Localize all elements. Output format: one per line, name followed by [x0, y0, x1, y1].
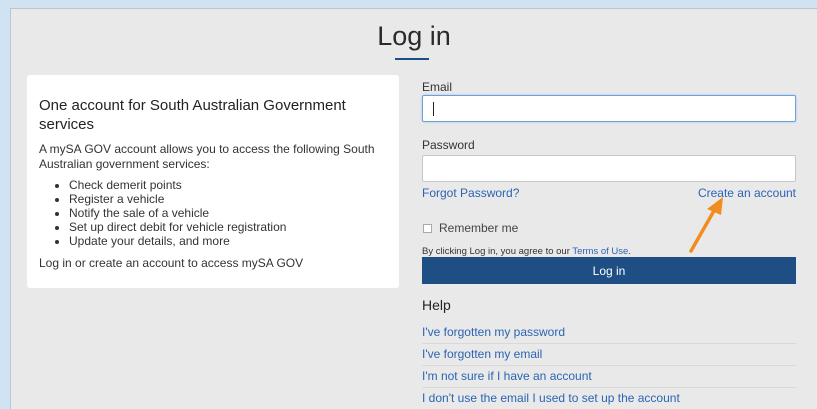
service-item: Check demerit points — [69, 178, 387, 192]
terms-of-use-link[interactable]: Terms of Use — [572, 246, 628, 257]
help-list: I've forgotten my password I've forgotte… — [422, 324, 796, 409]
service-item: Set up direct debit for vehicle registra… — [69, 220, 387, 234]
help-link-old-email[interactable]: I don't use the email I used to set up t… — [422, 390, 796, 409]
remember-me[interactable]: Remember me — [422, 221, 518, 235]
login-page: Log in One account for South Australian … — [10, 8, 817, 409]
password-field[interactable] — [422, 155, 796, 182]
text-cursor — [433, 102, 434, 116]
info-intro: A mySA GOV account allows you to access … — [39, 142, 375, 171]
email-field[interactable] — [422, 95, 796, 122]
help-link-forgot-password[interactable]: I've forgotten my password — [422, 324, 796, 344]
password-label: Password — [422, 138, 475, 152]
title-underline — [395, 58, 429, 60]
info-card: One account for South Australian Governm… — [27, 75, 399, 288]
service-item: Notify the sale of a vehicle — [69, 206, 387, 220]
help-heading: Help — [422, 297, 451, 313]
annotation-arrow-icon — [689, 197, 723, 253]
info-heading: One account for South Australian Governm… — [39, 97, 346, 133]
page-title: Log in — [377, 21, 451, 51]
info-outro: Log in or create an account to access my… — [39, 256, 304, 270]
terms-suffix: . — [628, 246, 631, 257]
login-button[interactable]: Log in — [422, 257, 796, 284]
service-item: Update your details, and more — [69, 234, 387, 248]
service-item: Register a vehicle — [69, 192, 387, 206]
forgot-password-link[interactable]: Forgot Password? — [422, 186, 519, 200]
services-list: Check demerit points Register a vehicle … — [39, 178, 387, 248]
remember-me-label: Remember me — [439, 221, 519, 235]
remember-me-checkbox[interactable] — [423, 223, 432, 233]
email-label: Email — [422, 80, 453, 94]
help-link-forgot-email[interactable]: I've forgotten my email — [422, 346, 796, 366]
help-link-unsure-account[interactable]: I'm not sure if I have an account — [422, 368, 796, 388]
terms-prefix: By clicking Log in, you agree to our — [422, 246, 573, 257]
